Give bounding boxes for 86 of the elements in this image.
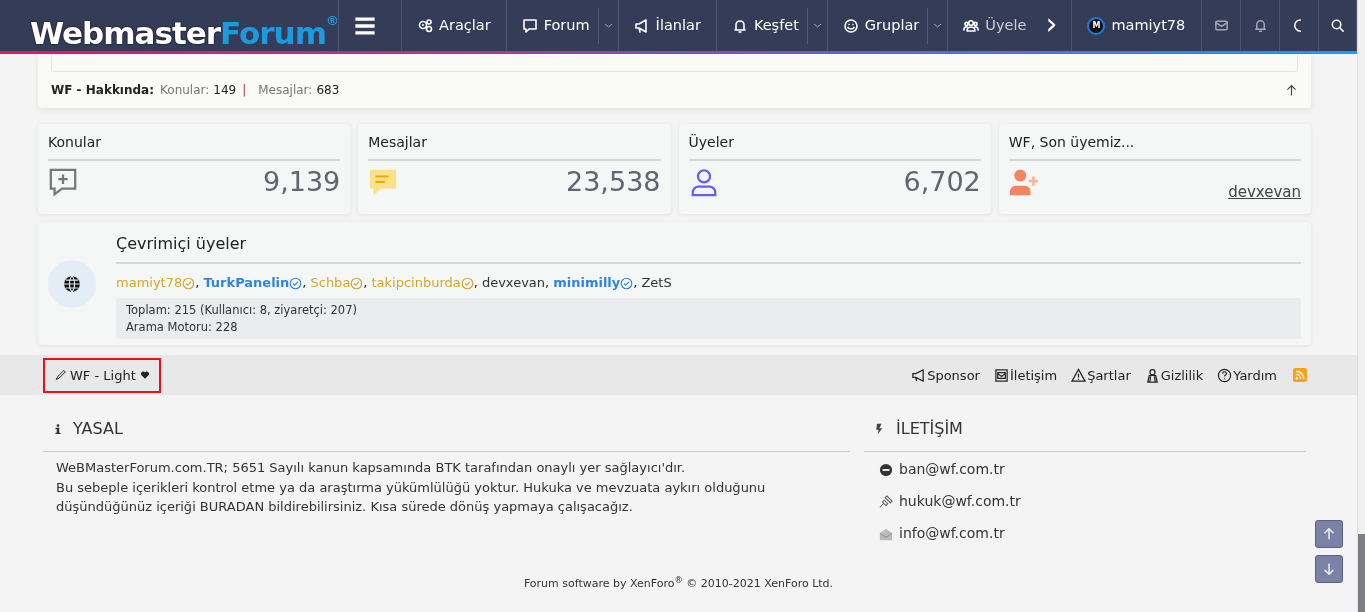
avatar: M (1087, 16, 1106, 35)
globe-icon (63, 275, 81, 294)
bell-icon (1252, 18, 1268, 33)
section-title: Çevrimiçi üyeler (116, 229, 1301, 264)
legal-text: Bu sebeple içerikleri kontrol etme ya da araştırma yükümlülüğü yoktur. Hukuka ve mevzuata aykırı olduğunu düşündüğünüz içeriği BURADAN bildirebilirsiniz. Kısa sürede dönüş yapmaya çalışacağız. (55, 478, 767, 516)
section-title: İLETİŞİM (896, 418, 963, 441)
stat-value: 149 (213, 82, 237, 99)
member-link[interactable]: devxevan (481, 274, 546, 290)
footer-link[interactable]: Yardım (1217, 365, 1277, 386)
separator: , (633, 274, 638, 290)
message-icon (368, 167, 399, 197)
member-link[interactable]: devxevan (1228, 181, 1301, 204)
separator: , (195, 274, 200, 290)
nav-tab[interactable]: Keşfet (715, 0, 827, 51)
stat-count: 23,538 (566, 167, 661, 197)
envelope-icon (993, 367, 1009, 383)
heart-icon (139, 370, 150, 381)
stat-count: 6,702 (903, 167, 981, 197)
user-menu[interactable]: M mamiyt78 (1071, 0, 1202, 51)
scroll-down-button[interactable] (1315, 555, 1343, 583)
verified-badge-icon (182, 276, 196, 290)
arrow-up-icon (1285, 83, 1298, 97)
person-icon (1144, 367, 1160, 383)
email-link[interactable]: hukuk@wf.com.tr (899, 491, 1021, 513)
envelope-icon (879, 526, 893, 541)
stat-value: 683 (316, 82, 340, 99)
search-button[interactable] (1317, 0, 1357, 51)
email-link[interactable]: info@wf.com.tr (899, 523, 1005, 545)
summary-line: Toplam: 215 (Kullanıcı: 8, ziyaretçi: 207) (126, 302, 358, 319)
gavel-icon (879, 494, 893, 509)
email-link[interactable]: ban@wf.com.tr (899, 459, 1005, 481)
minus-circle-icon (879, 462, 893, 477)
smiley-icon (842, 17, 859, 34)
footer-link[interactable]: Gizlilik (1144, 365, 1204, 386)
scroll-up-button[interactable] (1315, 520, 1343, 548)
card-title: Konular (48, 132, 341, 161)
verified-badge-icon (350, 276, 364, 290)
brush-icon (54, 369, 66, 382)
footer-link[interactable]: Sponsor (911, 365, 980, 386)
question-icon (1217, 367, 1233, 383)
scroll-right-button[interactable]: › (1041, 0, 1072, 51)
nav-tab[interactable]: Üyele (947, 0, 1042, 51)
megaphone-icon (633, 17, 650, 34)
bell-icon (731, 17, 748, 34)
megaphone-icon (911, 367, 927, 383)
summary-line: Arama Motoru: 228 (126, 318, 239, 336)
footer-link[interactable]: İletişim (993, 365, 1058, 386)
verified-badge-icon (289, 276, 303, 290)
separator: , (473, 274, 478, 290)
arrow-down-icon (1322, 562, 1336, 576)
nav-tab[interactable]: İlanlar (617, 0, 716, 51)
nav-tab[interactable]: Forum (505, 0, 618, 51)
nav-tab[interactable]: Araçlar (401, 0, 506, 51)
user-plus-icon (1008, 167, 1039, 197)
style-chooser[interactable]: WF - Light (43, 357, 161, 394)
arrow-up-icon (1322, 527, 1336, 541)
stat-label: Konular: (160, 82, 210, 99)
section-title: YASAL (73, 418, 123, 441)
search-icon (1329, 18, 1345, 33)
footer-link[interactable]: Şartlar (1071, 365, 1131, 386)
card-title: Mesajlar (368, 132, 661, 161)
card-title: WF, Son üyemiz... (1008, 132, 1301, 161)
legal-text: WeBMasterForum.com.TR; 5651 Sayılı kanun kapsamında BTK tarafından onaylı yer sağlayıcı'dır. (55, 459, 687, 478)
envelope-icon (1213, 18, 1229, 33)
warning-icon (1071, 367, 1087, 383)
copyright-text: Forum software by XenForo$^{®}$ © 2010-2021 XenForo Ltd. (522, 576, 835, 593)
separator: , (545, 274, 550, 290)
users-icon (963, 17, 980, 34)
nav-tab[interactable]: Gruplar (826, 0, 948, 51)
menu-icon (353, 14, 377, 37)
verified-badge-icon (620, 276, 634, 290)
scrollbar-thumb[interactable] (1358, 534, 1365, 612)
separator: , (363, 274, 368, 290)
logo[interactable]: WebmasterForum® (30, 0, 338, 51)
stat-count: 9,139 (262, 167, 341, 197)
separator: | (242, 82, 247, 99)
verified-badge-icon (460, 276, 474, 290)
member-link[interactable]: ZetS (641, 274, 672, 290)
rss-icon[interactable] (1293, 368, 1307, 383)
chat-plus-icon (48, 167, 78, 197)
chat-bubble-icon (521, 17, 538, 34)
stat-label: Mesajlar: (258, 82, 313, 99)
separator: , (302, 274, 307, 290)
gears-icon (417, 17, 433, 34)
card-title: Üyeler (688, 132, 981, 161)
forum-title: WF - Hakkında: (51, 82, 154, 99)
